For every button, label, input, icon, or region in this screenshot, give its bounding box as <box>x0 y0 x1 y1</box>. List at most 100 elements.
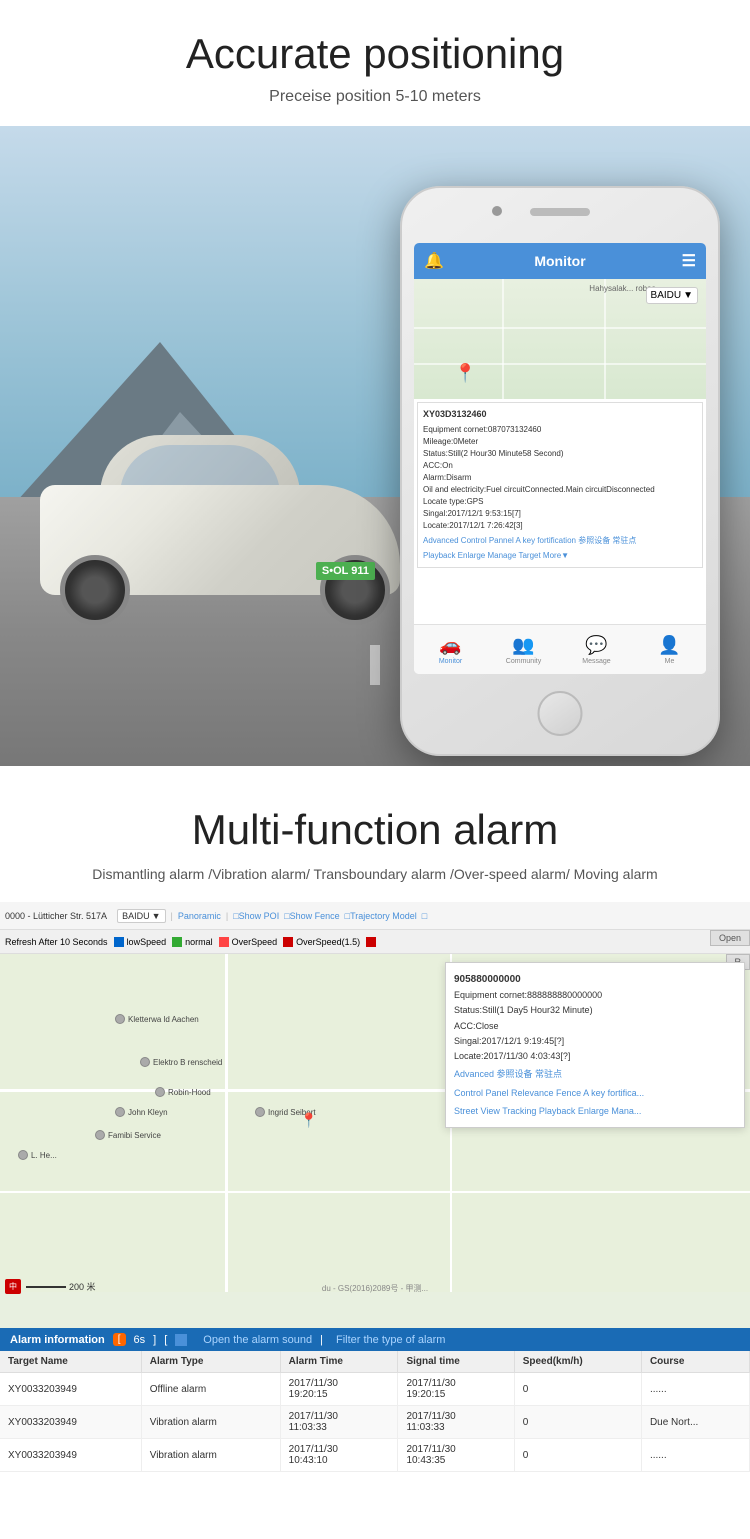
dt-road-h2 <box>0 1191 750 1193</box>
dt-link-more[interactable]: □ <box>422 911 427 921</box>
dt-road-v1 <box>225 954 228 1292</box>
dt-popup-links-3[interactable]: Street View Tracking Playback Enlarge Ma… <box>454 1104 736 1119</box>
nav-me-label: Me <box>665 658 675 665</box>
col-alarm-type: Alarm Type <box>141 1351 280 1373</box>
lowspeed-label: lowSpeed <box>127 937 167 947</box>
alarm-table: Target Name Alarm Type Alarm Time Signal… <box>0 1351 750 1472</box>
dt-link-show-fence[interactable]: □Show Fence <box>284 911 339 921</box>
popup-acc: ACC:On <box>423 460 697 472</box>
dt-popup-links-2[interactable]: Control Panel Relevance Fence A key fort… <box>454 1086 736 1101</box>
dt-popup-acc: ACC:Close <box>454 1019 736 1034</box>
alarm-open-sound[interactable]: Open the alarm sound <box>203 1334 312 1346</box>
alarm-table-section: Alarm information [ 6s ] [ Open the alar… <box>0 1328 750 1472</box>
menu-icon[interactable]: ☰ <box>682 251 696 271</box>
baidu-label: BAIDU <box>651 290 682 301</box>
app-header: 🔔 Monitor ☰ <box>414 243 706 279</box>
dt-address: 0000 - Lütticher Str. 517A <box>5 911 107 921</box>
phone-mockup: 🔔 Monitor ☰ Hahysalak... robaa BAIDU ▼ 📍 <box>400 186 720 756</box>
scale-line <box>26 1286 66 1288</box>
road-line-2 <box>370 645 380 685</box>
popup-equipment: Equipment cornet:087073132460 <box>423 424 697 436</box>
nav-me-icon: 👤 <box>658 635 680 656</box>
col-speed: Speed(km/h) <box>514 1351 641 1373</box>
alarm-color-swatch <box>175 1334 187 1346</box>
baidu-chevron: ▼ <box>683 290 693 301</box>
desktop-top-bar: 0000 - Lütticher Str. 517A BAIDU ▼ | Pan… <box>0 902 750 930</box>
separator-pipe: | <box>320 1334 323 1346</box>
dt-popup-id: 905880000000 <box>454 971 736 988</box>
col-alarm-time: Alarm Time <box>280 1351 398 1373</box>
legend-normal: normal <box>172 937 213 947</box>
popup-mileage: Mileage:0Meter <box>423 436 697 448</box>
alarm-subtitle: Dismantling alarm /Vibration alarm/ Tran… <box>20 866 730 882</box>
dt-popup-singal: Singal:2017/12/1 9:19:45[?] <box>454 1034 736 1049</box>
accurate-subtitle: Preceise position 5-10 meters <box>20 88 730 106</box>
baidu-watermark: du - GS(2016)2089号 - 甲测... <box>322 1283 428 1294</box>
nav-community-icon: 👥 <box>512 635 534 656</box>
desktop-map-container[interactable]: 0000 - Lütticher Str. 517A BAIDU ▼ | Pan… <box>0 902 750 1472</box>
dt-baidu-selector[interactable]: BAIDU ▼ <box>117 909 165 923</box>
bell-icon[interactable]: 🔔 <box>424 251 444 271</box>
nav-monitor-icon: 🚗 <box>439 635 461 656</box>
alarm-filter[interactable]: Filter the type of alarm <box>336 1334 445 1346</box>
app-header-title: Monitor <box>534 253 585 269</box>
marker-l-he: L. He... <box>18 1150 57 1160</box>
dt-popup-equipment: Equipment cornet:888888880000000 <box>454 988 736 1003</box>
overspeed-dot <box>219 937 229 947</box>
overspeed15-label: OverSpeed(1.5) <box>296 937 360 947</box>
phone-screen: 🔔 Monitor ☰ Hahysalak... robaa BAIDU ▼ 📍 <box>414 243 706 674</box>
nav-message[interactable]: 💬 Message <box>560 635 633 665</box>
scale-label: 200 米 <box>69 1280 96 1293</box>
license-plate: S•OL 911 <box>316 562 375 580</box>
marker-john-kleyn: John Kleyn <box>115 1107 168 1117</box>
popup-device-id: XY03D3132460 <box>423 408 697 422</box>
phone-home-btn[interactable] <box>538 691 583 736</box>
map-pin: 📍 <box>454 363 476 384</box>
table-row: XY0033203949Vibration alarm2017/11/30 11… <box>0 1406 750 1439</box>
marker-robin-hood: Robin-Hood <box>155 1087 211 1097</box>
separator-open: [ <box>164 1334 167 1346</box>
normal-dot <box>172 937 182 947</box>
overspeed15-end-dot <box>366 937 376 947</box>
legend-overspeed15: OverSpeed(1.5) <box>283 937 360 947</box>
popup-links-row1[interactable]: Advanced Control Pannel A key fortificat… <box>423 535 697 547</box>
popup-links-row2[interactable]: Playback Enlarge Manage Target More▼ <box>423 550 697 562</box>
legend-lowspeed: lowSpeed <box>114 937 167 947</box>
alarm-badge: [ <box>113 1333 126 1346</box>
refresh-label: Refresh After 10 Seconds <box>5 937 108 947</box>
dt-popup-status: Status:Still(1 Day5 Hour32 Minute) <box>454 1003 736 1018</box>
map-baidu-select[interactable]: BAIDU ▼ <box>646 287 698 304</box>
legend-overspeed: OverSpeed <box>219 937 278 947</box>
alarm-badge-text: 6s <box>134 1334 146 1346</box>
dt-gps-pin: 📍 <box>300 1112 317 1129</box>
popup-locate: Locate:2017/12/1 7:26:42[3] <box>423 520 697 532</box>
popup-locate-type: Locate type:GPS <box>423 496 697 508</box>
dt-link-panoramic[interactable]: Panoramic <box>178 911 221 921</box>
scale-bar: 200 米 <box>26 1280 96 1293</box>
map-road-v2 <box>604 279 606 399</box>
car-container: S•OL 911 <box>20 405 420 625</box>
map-road-h1 <box>414 327 706 329</box>
overspeed-label: OverSpeed <box>232 937 278 947</box>
dt-link-trajectory[interactable]: □Trajectory Model <box>345 911 417 921</box>
popup-alarm: Alarm:Disarm <box>423 472 697 484</box>
dt-popup-links-1[interactable]: Advanced 参照设备 常驻点 <box>454 1067 736 1082</box>
alarm-header: Alarm information [ 6s ] [ Open the alar… <box>0 1328 750 1351</box>
col-course: Course <box>641 1351 749 1373</box>
open-button[interactable]: Open <box>710 930 750 946</box>
dt-popup-locate: Locate:2017/11/30 4:03:43[?] <box>454 1049 736 1064</box>
nav-monitor[interactable]: 🚗 Monitor <box>414 635 487 665</box>
nav-community-label: Community <box>506 658 541 665</box>
popup-status: Status:Still(2 Hour30 Minute58 Second) <box>423 448 697 460</box>
nav-community[interactable]: 👥 Community <box>487 635 560 665</box>
overspeed15-dot <box>283 937 293 947</box>
nav-monitor-label: Monitor <box>439 658 462 665</box>
phone-map[interactable]: Hahysalak... robaa BAIDU ▼ 📍 <box>414 279 706 399</box>
popup-singal: Singal:2017/12/1 9:53:15[7] <box>423 508 697 520</box>
popup-oil: Oil and electricity:Fuel circuitConnecte… <box>423 484 697 496</box>
dt-link-show-poi[interactable]: □Show POI <box>233 911 279 921</box>
nav-message-icon: 💬 <box>585 635 607 656</box>
dt-baidu-label: BAIDU <box>122 911 150 921</box>
accurate-title: Accurate positioning <box>20 30 730 78</box>
nav-me[interactable]: 👤 Me <box>633 635 706 665</box>
